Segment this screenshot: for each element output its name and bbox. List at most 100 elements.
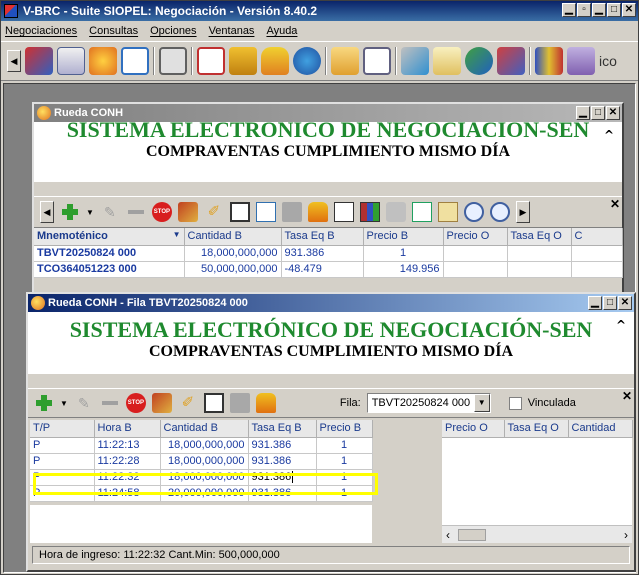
- settings-icon[interactable]: [385, 202, 406, 222]
- maximize-icon[interactable]: □: [603, 296, 617, 310]
- menu-ventanas[interactable]: Ventanas: [209, 21, 255, 41]
- sync-icon[interactable]: [465, 47, 493, 75]
- table-row-selected[interactable]: P 11:22:32 18,000,000,000 931.386 1: [30, 469, 373, 486]
- wand-icon[interactable]: ✐: [178, 393, 198, 413]
- column-header[interactable]: Tasa Eq B: [281, 228, 364, 246]
- column-header[interactable]: Cantidad B: [184, 228, 282, 246]
- column-header[interactable]: Tasa Eq B: [248, 420, 317, 438]
- bar-chart-icon[interactable]: [359, 202, 380, 222]
- stop-icon[interactable]: STOP: [125, 393, 146, 413]
- cell[interactable]: P: [30, 485, 95, 502]
- close-icon[interactable]: ✕: [622, 3, 636, 17]
- close-icon[interactable]: ✕: [606, 106, 620, 120]
- cell[interactable]: 11:22:13: [94, 437, 161, 454]
- cell[interactable]: 11:22:32: [94, 469, 161, 486]
- chevron-down-icon[interactable]: ▼: [473, 394, 490, 412]
- auction-icon[interactable]: [151, 393, 172, 413]
- edit-icon[interactable]: ✎: [74, 393, 94, 413]
- wand-icon[interactable]: ✐: [204, 202, 224, 222]
- column-header[interactable]: Tasa Eq O: [504, 420, 569, 438]
- maximize-icon[interactable]: □: [607, 3, 621, 17]
- maximize-icon[interactable]: □: [591, 106, 605, 120]
- menu-opciones[interactable]: Opciones: [150, 21, 196, 41]
- dropdown-arrow-icon[interactable]: ▼: [86, 208, 94, 217]
- remove-icon[interactable]: [126, 202, 146, 222]
- lock-icon[interactable]: [331, 47, 359, 75]
- add-icon[interactable]: [60, 202, 80, 222]
- column-header[interactable]: C: [571, 228, 623, 246]
- cell[interactable]: [507, 261, 572, 278]
- table-row[interactable]: P 11:22:13 18,000,000,000 931.386 1: [30, 437, 373, 454]
- refresh-icon[interactable]: [25, 47, 53, 75]
- cell[interactable]: 931.386: [248, 437, 317, 454]
- cell[interactable]: P: [30, 453, 95, 470]
- cell[interactable]: 1: [316, 437, 373, 454]
- cell[interactable]: 931.386: [248, 485, 317, 502]
- minimize-icon[interactable]: ▁: [588, 296, 602, 310]
- cell[interactable]: 149.956: [363, 261, 444, 278]
- cell[interactable]: 50,000,000,000: [184, 261, 282, 278]
- column-header[interactable]: Precio O: [442, 420, 505, 438]
- menu-negociaciones[interactable]: Negociaciones: [5, 21, 77, 41]
- edit-icon[interactable]: ✎: [100, 202, 120, 222]
- cell[interactable]: P: [30, 437, 95, 454]
- stop-icon[interactable]: STOP: [151, 202, 172, 222]
- table-row[interactable]: TCO364051223 000 50,000,000,000 -48.479 …: [34, 261, 623, 278]
- grid-icon[interactable]: [121, 47, 149, 75]
- copy-icon[interactable]: [255, 202, 276, 222]
- people-icon[interactable]: [229, 47, 257, 75]
- cell[interactable]: 18,000,000,000: [184, 245, 282, 262]
- transfer-icon[interactable]: [411, 202, 432, 222]
- close-icon[interactable]: ✕: [618, 296, 632, 310]
- column-header[interactable]: Cantidad: [568, 420, 633, 438]
- vinculada-checkbox[interactable]: [508, 396, 522, 410]
- save-icon[interactable]: [203, 393, 224, 413]
- cell[interactable]: 18,000,000,000: [160, 453, 249, 470]
- scroll-left-icon[interactable]: ◀: [7, 50, 21, 72]
- cell[interactable]: -48.479: [281, 261, 364, 278]
- cell[interactable]: 18,000,000,000: [160, 469, 249, 486]
- cell[interactable]: P: [30, 469, 95, 486]
- cell[interactable]: [571, 245, 623, 262]
- column-header[interactable]: Tasa Eq O: [507, 228, 572, 246]
- collapse-icon[interactable]: ^: [616, 318, 626, 332]
- table-row[interactable]: TBVT20250824 000 18,000,000,000 931.386 …: [34, 245, 623, 262]
- column-header[interactable]: Precio O: [443, 228, 508, 246]
- cell[interactable]: 1: [316, 469, 373, 486]
- transfer-icon[interactable]: [401, 47, 429, 75]
- cell[interactable]: [571, 261, 623, 278]
- check-chart-icon[interactable]: [333, 202, 354, 222]
- minimize-icon[interactable]: ▁: [576, 106, 590, 120]
- vinculada-label[interactable]: Vinculada: [528, 397, 576, 409]
- cell[interactable]: 18,000,000,000: [160, 437, 249, 454]
- table-row[interactable]: P 11:24:58 20,000,000,000 931.386 1: [30, 485, 373, 502]
- hand-icon[interactable]: [307, 202, 328, 222]
- column-header[interactable]: Precio B: [316, 420, 373, 438]
- tag-icon[interactable]: [433, 47, 461, 75]
- exchange-icon[interactable]: [497, 47, 525, 75]
- add-icon[interactable]: [34, 393, 54, 413]
- close-toolbar-icon[interactable]: ✕: [622, 389, 632, 403]
- column-header[interactable]: Hora B: [94, 420, 161, 438]
- hand-icon[interactable]: [261, 47, 289, 75]
- column-header[interactable]: Mnemoténico ▼: [34, 228, 185, 246]
- cell[interactable]: 11:22:28: [94, 453, 161, 470]
- scroll-right-icon[interactable]: ▶: [515, 201, 530, 223]
- minimize-icon[interactable]: ▁: [592, 3, 606, 17]
- cell[interactable]: [507, 245, 572, 262]
- remove-icon[interactable]: [100, 393, 120, 413]
- cell[interactable]: 931.386: [248, 453, 317, 470]
- scroll-left-icon[interactable]: ◀: [40, 201, 54, 223]
- scroll-right-icon[interactable]: ›: [624, 528, 628, 542]
- zoom-in-icon[interactable]: [463, 202, 484, 222]
- sun-icon[interactable]: [89, 47, 117, 75]
- minimize-icon[interactable]: ▁: [562, 3, 576, 17]
- horizontal-scrollbar[interactable]: ‹ ›: [442, 525, 632, 543]
- cell[interactable]: 11:24:58: [94, 485, 161, 502]
- cell[interactable]: [443, 261, 508, 278]
- cell-editing[interactable]: 931.386: [248, 469, 317, 486]
- calculator-icon[interactable]: [159, 47, 187, 75]
- restore-icon[interactable]: ▫: [577, 3, 591, 17]
- hand-icon[interactable]: [255, 393, 276, 413]
- save-icon[interactable]: [229, 202, 250, 222]
